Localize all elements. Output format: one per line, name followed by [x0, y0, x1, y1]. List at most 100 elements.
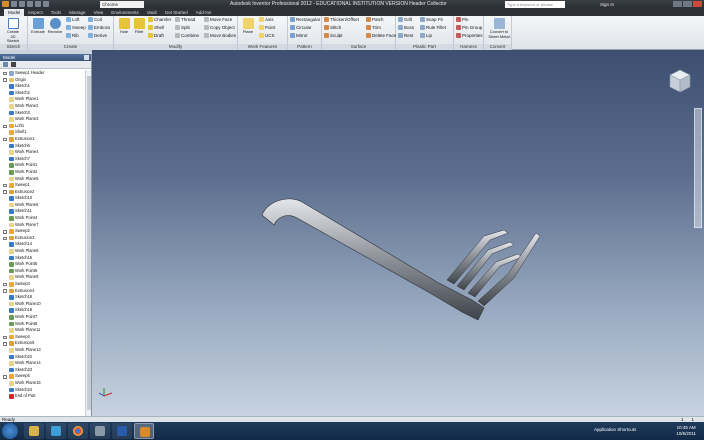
- tree-item[interactable]: Sketch24: [0, 387, 86, 394]
- tree-item[interactable]: Extrusion1: [0, 136, 86, 143]
- tree-item[interactable]: Extrusion3: [0, 235, 86, 242]
- tree-item[interactable]: Sketch2: [0, 90, 86, 97]
- tree-item[interactable]: Sweep2: [0, 228, 86, 235]
- tree-item[interactable]: Shell1: [0, 129, 86, 136]
- expand-icon[interactable]: [3, 230, 7, 234]
- expand-icon[interactable]: [3, 335, 7, 340]
- move-face-button[interactable]: Move Face: [204, 17, 232, 23]
- tree-item[interactable]: Work Plane5: [0, 176, 86, 183]
- draft-button[interactable]: Draft: [148, 33, 164, 39]
- thicken-offset-button[interactable]: Thicken/Offset: [324, 17, 359, 23]
- tree-item[interactable]: Sketch23: [0, 367, 86, 374]
- stitch-button[interactable]: Stitch: [324, 25, 341, 31]
- tree-item[interactable]: Sketch19: [0, 307, 86, 314]
- expand-icon[interactable]: [3, 190, 7, 194]
- combine-button[interactable]: Combine: [175, 33, 199, 39]
- tree-item[interactable]: Work Point1: [0, 162, 86, 169]
- open-icon[interactable]: [19, 1, 25, 7]
- tree-item[interactable]: End of Part: [0, 393, 86, 400]
- system-clock[interactable]: 10:45 AM 10/6/2011: [676, 425, 696, 436]
- tree-item[interactable]: Work Plane1: [0, 96, 86, 103]
- chamfer-button[interactable]: Chamfer: [148, 17, 171, 23]
- orbit-icon[interactable]: [695, 136, 701, 141]
- tree-item[interactable]: Work Point4: [0, 215, 86, 222]
- tab-view[interactable]: View: [90, 9, 108, 16]
- sweep-button[interactable]: Sweep: [66, 25, 86, 31]
- tree-item[interactable]: Sketch1: [0, 83, 86, 90]
- taskbar-chrome[interactable]: [68, 423, 88, 439]
- expand-icon[interactable]: [3, 342, 7, 346]
- tree-item[interactable]: Work Plane15: [0, 380, 86, 387]
- emboss-button[interactable]: Emboss: [88, 25, 110, 31]
- tree-item[interactable]: Work Plane13: [0, 347, 86, 354]
- expand-icon[interactable]: [3, 78, 7, 82]
- expand-icon[interactable]: [3, 124, 7, 129]
- rib-button[interactable]: Rib: [66, 33, 79, 39]
- tab-add-ins[interactable]: Add-Ins: [192, 9, 216, 16]
- taskbar-explorer[interactable]: [24, 423, 44, 439]
- expand-icon[interactable]: [3, 183, 7, 188]
- split-button[interactable]: Split: [175, 25, 190, 31]
- tree-item[interactable]: Sketch7: [0, 156, 86, 163]
- save-icon[interactable]: [27, 1, 33, 7]
- derive-button[interactable]: Derive: [88, 33, 107, 39]
- tab-tools[interactable]: Tools: [47, 9, 66, 16]
- tree-item[interactable]: Work Point7: [0, 314, 86, 321]
- pin-button[interactable]: Pin: [456, 17, 469, 23]
- tab-model[interactable]: Model: [4, 9, 25, 16]
- expand-icon[interactable]: [3, 375, 7, 379]
- pin-group-button[interactable]: Pin Group: [456, 25, 482, 31]
- sculpt-button[interactable]: Sculpt: [324, 33, 343, 39]
- tree-item[interactable]: Work Point8: [0, 321, 86, 328]
- delete-face-button[interactable]: Delete Face: [366, 33, 396, 39]
- boss-button[interactable]: Boss: [398, 25, 414, 31]
- tab-manage[interactable]: Manage: [65, 9, 89, 16]
- patch-button[interactable]: Patch: [366, 17, 384, 23]
- tree-item[interactable]: Sketch3: [0, 110, 86, 117]
- taskbar-media[interactable]: [46, 423, 66, 439]
- viewcube-icon[interactable]: [668, 68, 692, 94]
- hole-button[interactable]: Hole: [116, 18, 132, 35]
- sign-in-link[interactable]: Sign In: [600, 0, 614, 9]
- tree-item[interactable]: Work Plane7: [0, 222, 86, 229]
- tab-inspect[interactable]: Inspect: [24, 9, 47, 16]
- tree-item[interactable]: Work Point5: [0, 261, 86, 268]
- tab-environments[interactable]: Environments: [107, 9, 143, 16]
- look-at-icon[interactable]: [695, 144, 701, 149]
- redo-icon[interactable]: [43, 1, 49, 7]
- point-button[interactable]: Point: [259, 25, 275, 31]
- scrollbar-thumb[interactable]: [87, 76, 91, 410]
- tree-item[interactable]: Extrusion5: [0, 340, 86, 347]
- tree-item[interactable]: Extrusion4: [0, 288, 86, 295]
- tree-item[interactable]: Sweep1: [0, 182, 86, 189]
- maximize-button[interactable]: [683, 1, 692, 7]
- tree-item[interactable]: Sweep4: [0, 334, 86, 341]
- search-input[interactable]: Type a keyword or phrase: [505, 1, 565, 8]
- tree-item[interactable]: Work Plane6: [0, 202, 86, 209]
- mirror-button[interactable]: Mirror: [290, 33, 308, 39]
- tab-get-started[interactable]: Get Started: [161, 9, 192, 16]
- copy-object-button[interactable]: Copy Object: [204, 25, 235, 31]
- graphics-viewport[interactable]: [92, 50, 704, 416]
- tree-item[interactable]: Sketch15: [0, 255, 86, 262]
- move-bodies-button[interactable]: Move Bodies: [204, 33, 236, 39]
- tree-item[interactable]: Origin: [0, 77, 86, 84]
- taskbar-app4[interactable]: [90, 423, 110, 439]
- tab-vault[interactable]: Vault: [143, 9, 161, 16]
- expand-icon[interactable]: [3, 236, 7, 241]
- lip-button[interactable]: Lip: [420, 33, 432, 39]
- minimize-button[interactable]: [673, 1, 682, 7]
- tree-item[interactable]: Extrusion2: [0, 189, 86, 196]
- inventor-app-icon[interactable]: [2, 1, 9, 7]
- expand-icon[interactable]: [3, 71, 7, 76]
- extrude-button[interactable]: Extrude: [30, 18, 46, 35]
- axis-button[interactable]: Axis: [259, 17, 274, 23]
- tree-item[interactable]: Work Plane8: [0, 248, 86, 255]
- taskbar-word[interactable]: [112, 423, 132, 439]
- close-button[interactable]: [693, 1, 702, 7]
- browser-close-icon[interactable]: [84, 55, 89, 60]
- plane-button[interactable]: Plane: [240, 18, 256, 35]
- grill-button[interactable]: Grill: [398, 17, 412, 23]
- expand-icon[interactable]: [3, 137, 7, 142]
- tree-item[interactable]: Work Plane14: [0, 360, 86, 367]
